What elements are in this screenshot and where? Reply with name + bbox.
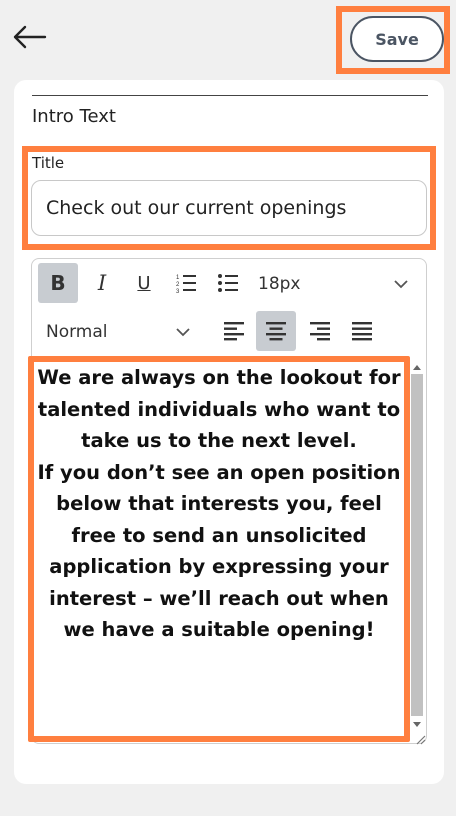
font-size-select[interactable]: 18px	[258, 267, 418, 301]
svg-text:3: 3	[176, 289, 180, 294]
back-button[interactable]	[10, 20, 48, 54]
align-justify-icon	[352, 322, 372, 341]
svg-text:2: 2	[176, 282, 180, 288]
scroll-thumb[interactable]	[411, 374, 423, 716]
block-format-value: Normal	[46, 322, 108, 342]
section-title: Intro Text	[32, 106, 116, 127]
ordered-list-icon: 1 2 3	[176, 275, 196, 294]
back-arrow-icon	[13, 25, 47, 49]
block-format-select[interactable]: Normal	[46, 315, 198, 349]
align-right-icon	[310, 322, 330, 341]
editor-scrollbar[interactable]	[410, 360, 424, 732]
underline-button[interactable]: U	[124, 263, 164, 303]
ordered-list-button[interactable]: 1 2 3	[166, 263, 206, 303]
align-center-button[interactable]	[256, 311, 296, 351]
align-left-icon	[224, 322, 244, 341]
save-button[interactable]: Save	[350, 16, 444, 62]
align-right-button[interactable]	[300, 311, 340, 351]
svg-text:1: 1	[176, 275, 180, 281]
section-divider	[32, 95, 428, 96]
align-left-button[interactable]	[214, 311, 254, 351]
title-label: Title	[32, 154, 65, 172]
italic-button[interactable]: I	[82, 263, 122, 303]
chevron-down-icon	[176, 328, 190, 337]
bullet-list-icon	[218, 274, 238, 292]
align-justify-button[interactable]	[342, 311, 382, 351]
bold-button[interactable]: B	[38, 263, 78, 303]
editor-paragraph: If you don’t see an open position below …	[37, 460, 401, 642]
bullet-list-button[interactable]	[208, 263, 248, 303]
bold-icon: B	[50, 271, 66, 295]
chevron-down-icon	[394, 280, 408, 289]
resize-handle-icon[interactable]	[414, 730, 426, 745]
title-input[interactable]	[31, 180, 427, 236]
editor-content[interactable]: We are always on the lookout for talente…	[34, 362, 404, 736]
underline-icon: U	[137, 272, 151, 294]
font-size-value: 18px	[258, 274, 301, 294]
editor-paragraph: We are always on the lookout for talente…	[37, 366, 401, 452]
italic-icon: I	[97, 271, 107, 295]
align-center-icon	[266, 322, 286, 341]
scroll-up-arrow-icon[interactable]	[410, 360, 424, 374]
